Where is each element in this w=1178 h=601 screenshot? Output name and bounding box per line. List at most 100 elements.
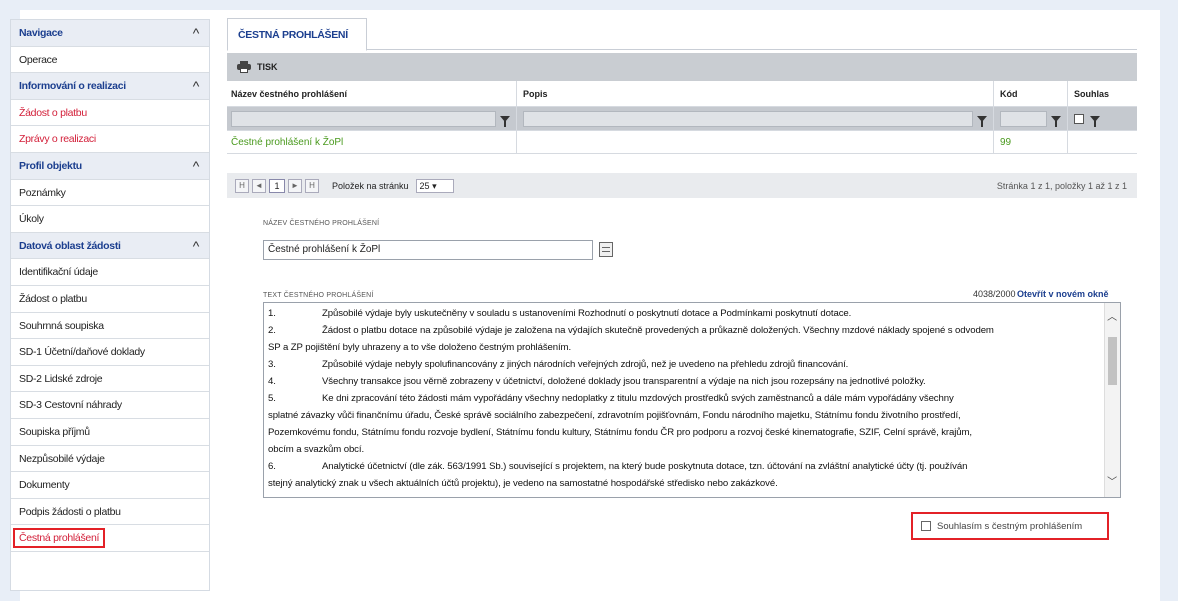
- next-page-button[interactable]: ►: [288, 178, 302, 193]
- chevron-up-icon[interactable]: ︿: [1107, 309, 1117, 326]
- row-name-cell[interactable]: Čestné prohlášení k ŽoPl: [227, 131, 517, 153]
- agree-label: Souhlasím s čestným prohlášením: [937, 520, 1083, 532]
- chevron-up-icon[interactable]: ^: [193, 73, 200, 99]
- text-line-content: Pozemkovému fondu, Státnímu fondu rozvoj…: [268, 427, 972, 438]
- sidebar-section-navigace[interactable]: Navigace ^: [11, 20, 209, 47]
- sidebar-item-operace[interactable]: Operace: [11, 47, 209, 74]
- text-line: 2. Žádost o platbu dotace na způsobilé vý…: [268, 322, 1096, 339]
- sidebar-item-souhrnna-soupiska[interactable]: Souhrnná soupiska: [11, 313, 209, 340]
- sidebar-item-sd-3-cestovni-nahrady[interactable]: SD-3 Cestovní náhrady: [11, 392, 209, 419]
- text-line-content: Způsobilé výdaje byly uskutečněny v soul…: [322, 308, 852, 319]
- per-page-label: Položek na stránku: [332, 180, 409, 191]
- sidebar-section-profil-objektu[interactable]: Profil objektu ^: [11, 152, 209, 180]
- chevron-down-icon: ▾: [432, 180, 437, 191]
- sidebar-item-ukoly[interactable]: Úkoly: [11, 206, 209, 233]
- scrollbar[interactable]: ︿ ﹀: [1104, 303, 1120, 497]
- sidebar-section-informovani-o-realizaci[interactable]: Informování o realizaci ^: [11, 73, 209, 100]
- sidebar-item-label: Souhrnná soupiska: [19, 319, 104, 332]
- per-page-select[interactable]: 25 ▾: [415, 178, 454, 193]
- prev-page-button[interactable]: ◄: [252, 178, 266, 193]
- sidebar-item-poznamky[interactable]: Poznámky: [11, 180, 209, 207]
- declarations-grid: Název čestného prohlášení Popis Kód Souh…: [227, 81, 1137, 154]
- row-description-cell: [517, 131, 994, 153]
- text-line: SP a ZP pojištění byly uhrazeny a to vše…: [268, 339, 1096, 356]
- sidebar-item-label: Datová oblast žádosti: [19, 239, 121, 252]
- sidebar-item-sd-2-lidske-zdroje[interactable]: SD-2 Lidské zdroje: [11, 366, 209, 393]
- text-line-content: stejný analytický znak u všech aktuálníc…: [268, 478, 778, 489]
- open-new-window-link[interactable]: Otevřít v novém okně: [1017, 289, 1109, 299]
- filter-cell-agree: [1068, 107, 1137, 130]
- sidebar-item-cestna-prohlaseni[interactable]: Čestná prohlášení: [11, 525, 209, 552]
- sidebar-item-label: Zprávy o realizaci: [19, 133, 96, 146]
- table-row[interactable]: Čestné prohlášení k ŽoPl 99: [227, 131, 1137, 154]
- text-line-number: 1.: [268, 308, 276, 319]
- sidebar-item-soupiska-prijmu[interactable]: Soupiska příjmů: [11, 419, 209, 446]
- filter-agree-checkbox[interactable]: [1074, 113, 1084, 124]
- sidebar-item-dokumenty[interactable]: Dokumenty: [11, 472, 209, 499]
- text-line-number: 5.: [268, 393, 276, 404]
- sidebar-item-label: Dokumenty: [19, 479, 70, 492]
- sidebar-item-label: Žádost o platbu: [19, 292, 87, 305]
- column-header-description[interactable]: Popis: [517, 81, 994, 106]
- agree-checkbox-group[interactable]: Souhlasím s čestným prohlášením: [911, 512, 1109, 540]
- chevron-up-icon[interactable]: ^: [193, 153, 200, 179]
- text-line-content: Žádost o platbu dotace na způsobilé výda…: [322, 325, 994, 336]
- sidebar-item-label: Soupiska příjmů: [19, 425, 90, 438]
- tab-cestna-prohlaseni[interactable]: ČESTNÁ PROHLÁŠENÍ: [227, 18, 367, 51]
- chevron-up-icon[interactable]: ^: [193, 20, 200, 46]
- document-icon[interactable]: [599, 242, 613, 257]
- text-line: 3. Způsobilé výdaje nebyly spolufinancová…: [268, 356, 1096, 373]
- filter-icon[interactable]: [1051, 115, 1061, 127]
- sidebar-item-label: Identifikační údaje: [19, 266, 98, 279]
- page-number[interactable]: 1: [269, 178, 285, 193]
- column-header-agree[interactable]: Souhlas: [1068, 81, 1137, 106]
- row-agree-cell: [1068, 131, 1137, 153]
- filter-description-input[interactable]: [523, 110, 973, 127]
- column-header-code[interactable]: Kód: [994, 81, 1068, 106]
- declaration-text-area[interactable]: 1. Způsobilé výdaje byly uskutečněny v so…: [263, 302, 1121, 498]
- sidebar-item-zadost-o-platbu[interactable]: Žádost o platbu: [11, 100, 209, 127]
- toolbar: TISK: [227, 53, 1137, 81]
- print-button[interactable]: TISK: [257, 62, 278, 72]
- char-counter: 4038/2000: [973, 289, 1016, 299]
- text-line: obcím a svazkům obcí.: [268, 441, 1096, 458]
- sidebar-item-label: SD-1 Účetní/daňové doklady: [19, 346, 145, 359]
- text-line: Pozemkovému fondu, Státnímu fondu rozvoj…: [268, 424, 1096, 441]
- per-page-value: 25: [419, 180, 430, 191]
- sidebar-item-zpravy-o-realizaci[interactable]: Zprávy o realizaci: [11, 126, 209, 153]
- sidebar-item-nezpusobile-vydaje[interactable]: Nezpůsobilé výdaje: [11, 446, 209, 473]
- text-line-number: 4.: [268, 376, 276, 387]
- agree-checkbox[interactable]: [921, 521, 931, 531]
- filter-icon[interactable]: [977, 115, 987, 127]
- filter-icon[interactable]: [1090, 115, 1100, 127]
- sidebar-item-label: Úkoly: [19, 213, 44, 226]
- text-line: 1. Způsobilé výdaje byly uskutečněny v so…: [268, 305, 1096, 322]
- sidebar-item-identifikacni-udaje[interactable]: Identifikační údaje: [11, 259, 209, 286]
- name-field[interactable]: Čestné prohlášení k ŽoPl: [263, 240, 593, 260]
- last-page-button[interactable]: H: [305, 178, 319, 193]
- printer-icon[interactable]: [237, 61, 251, 73]
- sidebar-item-sd-1-ucetni-danove-doklady[interactable]: SD-1 Účetní/daňové doklady: [11, 339, 209, 366]
- sidebar-section-datova-oblast-zadosti[interactable]: Datová oblast žádosti ^: [11, 232, 209, 260]
- scrollbar-thumb[interactable]: [1108, 337, 1117, 385]
- chevron-down-icon[interactable]: ﹀: [1107, 474, 1117, 491]
- grid-filter-row: [227, 107, 1137, 131]
- column-header-name[interactable]: Název čestného prohlášení: [227, 81, 517, 106]
- sidebar-item-label: Čestná prohlášení: [13, 528, 106, 549]
- detail-panel: NÁZEV ČESTNÉHO PROHLÁŠENÍ Čestné prohláš…: [227, 198, 1137, 591]
- sidebar-item-podpis-zadosti-o-platbu[interactable]: Podpis žádosti o platbu: [11, 499, 209, 526]
- filter-code-input[interactable]: [1000, 110, 1047, 127]
- sidebar-item-label: Žádost o platbu: [19, 106, 87, 119]
- sidebar-item-label: Profil objektu: [19, 159, 82, 172]
- text-line-content: splatné závazky vůči finančnímu úřadu, Č…: [268, 410, 961, 421]
- sidebar-item-label: SD-2 Lidské zdroje: [19, 372, 103, 385]
- sidebar-item-zadost-o-platbu[interactable]: Žádost o platbu: [11, 286, 209, 313]
- first-page-button[interactable]: H: [235, 178, 249, 193]
- chevron-up-icon[interactable]: ^: [193, 233, 200, 259]
- text-line-number: 6.: [268, 461, 276, 472]
- pager: H ◄ 1 ► H Položek na stránku 25 ▾ Stránk…: [227, 173, 1137, 198]
- filter-icon[interactable]: [500, 115, 510, 127]
- sidebar-item-label: Podpis žádosti o platbu: [19, 505, 121, 518]
- filter-cell-code: [994, 107, 1068, 130]
- filter-name-input[interactable]: [231, 110, 496, 127]
